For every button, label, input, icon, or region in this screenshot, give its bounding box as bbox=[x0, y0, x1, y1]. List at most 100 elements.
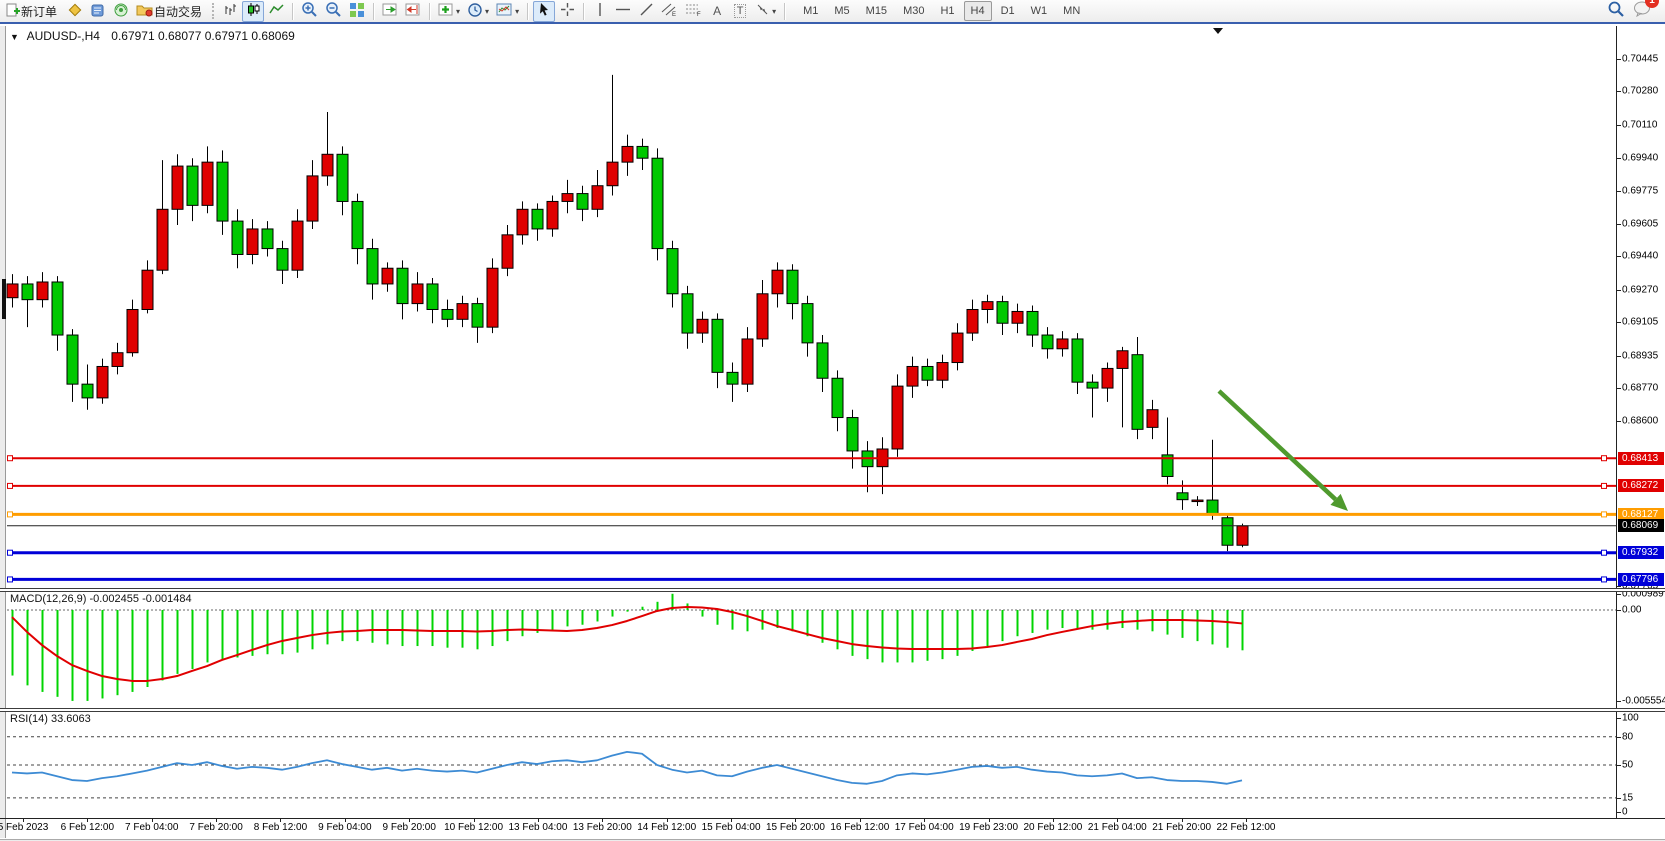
time-axis-border bbox=[0, 818, 1665, 819]
timeframe-button-D1[interactable]: D1 bbox=[994, 1, 1022, 21]
price-tick-label: 0.69105 bbox=[1622, 317, 1658, 328]
line-chart-button[interactable] bbox=[265, 1, 287, 22]
rsi-tick-mark bbox=[1616, 765, 1621, 766]
text-tool-button[interactable]: A bbox=[706, 1, 728, 22]
gold-chart-icon bbox=[67, 2, 83, 21]
candle-body bbox=[502, 235, 513, 268]
line-handle[interactable] bbox=[8, 483, 13, 488]
line-handle[interactable] bbox=[1602, 512, 1607, 517]
timeframe-button-H1[interactable]: H1 bbox=[933, 1, 961, 21]
auto-scroll-icon bbox=[382, 2, 398, 20]
auto-scroll-button[interactable] bbox=[379, 1, 401, 22]
bar-chart-button[interactable] bbox=[219, 1, 241, 22]
candle-body bbox=[577, 194, 588, 210]
line-handle[interactable] bbox=[1602, 483, 1607, 488]
candle-body bbox=[157, 209, 168, 270]
macd-pane-splitter[interactable] bbox=[0, 588, 1665, 592]
candle-body bbox=[892, 386, 903, 449]
channel-tool-button[interactable]: E bbox=[658, 1, 681, 22]
cursor-tool-button[interactable] bbox=[533, 1, 555, 22]
equidistant-channel-icon: E bbox=[661, 2, 678, 20]
candle-body bbox=[217, 162, 228, 221]
candle-body bbox=[442, 309, 453, 319]
indicators-button[interactable]: ▾ bbox=[435, 1, 463, 22]
fibonacci-tool-button[interactable]: F bbox=[682, 1, 705, 22]
time-axis-label: 15 Feb 04:00 bbox=[702, 822, 761, 833]
rsi-tick-label: 0 bbox=[1622, 807, 1628, 818]
price-tick-mark bbox=[1616, 388, 1621, 389]
line-handle[interactable] bbox=[8, 550, 13, 555]
chart-ohlc-values: 0.67971 0.68077 0.67971 0.68069 bbox=[111, 29, 295, 43]
text-icon: A bbox=[713, 4, 721, 18]
time-axis-label: 8 Feb 12:00 bbox=[254, 822, 307, 833]
clock-icon bbox=[467, 2, 483, 21]
chart-symbol-period: AUDUSD-,H4 bbox=[27, 29, 100, 43]
signals-button[interactable] bbox=[110, 1, 132, 22]
chart-canvas[interactable] bbox=[0, 0, 1665, 841]
annotation-arrow-shaft[interactable] bbox=[1219, 391, 1336, 499]
indicators-icon bbox=[438, 2, 454, 20]
vertical-line-tool-button[interactable] bbox=[589, 1, 611, 22]
time-axis-label: 7 Feb 20:00 bbox=[189, 822, 242, 833]
candle-body bbox=[1102, 368, 1113, 388]
periods-button[interactable]: ▾ bbox=[464, 1, 492, 22]
horizontal-line-tool-button[interactable] bbox=[612, 1, 634, 22]
text-label-tool-button[interactable]: T bbox=[729, 1, 751, 22]
dropdown-caret-icon: ▾ bbox=[772, 7, 776, 16]
templates-button[interactable]: ▾ bbox=[493, 1, 522, 22]
chart-shift-button[interactable] bbox=[402, 1, 424, 22]
arrows-tool-button[interactable]: ▾ bbox=[752, 1, 779, 22]
candle-body bbox=[142, 270, 153, 309]
candle-body bbox=[427, 284, 438, 310]
chart-shift-icon bbox=[405, 2, 421, 20]
toolbar-separator bbox=[373, 3, 374, 20]
candle-body bbox=[37, 282, 48, 300]
line-handle[interactable] bbox=[8, 577, 13, 582]
price-tick-label: 0.68935 bbox=[1622, 350, 1658, 361]
line-handle[interactable] bbox=[1602, 577, 1607, 582]
autotrade-button[interactable]: 自动交易 bbox=[133, 1, 208, 22]
toolbar-separator bbox=[429, 3, 430, 20]
time-axis-label: 6 Feb 12:00 bbox=[61, 822, 114, 833]
new-order-button[interactable]: 新订单 bbox=[3, 1, 63, 22]
notifications-button[interactable]: 1 bbox=[1633, 0, 1652, 22]
price-line-badge: 0.68413 bbox=[1618, 452, 1664, 465]
candle-body bbox=[817, 343, 828, 378]
timeframe-button-M1[interactable]: M1 bbox=[796, 1, 825, 21]
price-tick-mark bbox=[1616, 322, 1621, 323]
candle-body bbox=[172, 166, 183, 209]
candle-body bbox=[592, 186, 603, 210]
line-handle[interactable] bbox=[1602, 550, 1607, 555]
line-handle[interactable] bbox=[8, 512, 13, 517]
rsi-pane-splitter[interactable] bbox=[0, 708, 1665, 712]
candlestick-chart-button[interactable] bbox=[242, 1, 264, 22]
zoom-out-button[interactable] bbox=[322, 1, 345, 22]
crosshair-tool-button[interactable] bbox=[556, 1, 578, 22]
line-handle[interactable] bbox=[8, 456, 13, 461]
fibonacci-icon: F bbox=[685, 2, 702, 20]
profiles-button[interactable] bbox=[87, 1, 109, 22]
template-icon bbox=[496, 2, 513, 20]
chart-title-collapse-icon[interactable]: ▼ bbox=[10, 32, 19, 42]
time-axis-label: 16 Feb 12:00 bbox=[830, 822, 889, 833]
candle-body bbox=[682, 294, 693, 333]
trendline-tool-button[interactable] bbox=[635, 1, 657, 22]
market-watch-button[interactable] bbox=[64, 1, 86, 22]
candle-body bbox=[1207, 500, 1218, 514]
cursor-icon bbox=[537, 2, 551, 20]
timeframe-button-MN[interactable]: MN bbox=[1056, 1, 1087, 21]
zoom-in-button[interactable] bbox=[298, 1, 321, 22]
candle-body bbox=[187, 166, 198, 205]
timeframe-button-H4[interactable]: H4 bbox=[964, 1, 992, 21]
timeframe-button-M30[interactable]: M30 bbox=[896, 1, 931, 21]
timeframe-button-M15[interactable]: M15 bbox=[859, 1, 894, 21]
tile-windows-button[interactable] bbox=[346, 1, 368, 22]
timeframe-button-M5[interactable]: M5 bbox=[827, 1, 856, 21]
candle-body bbox=[1057, 339, 1068, 349]
search-icon[interactable] bbox=[1607, 0, 1625, 23]
candle-body bbox=[832, 378, 843, 417]
chart-shift-marker[interactable] bbox=[1213, 28, 1223, 34]
price-tick-mark bbox=[1616, 91, 1621, 92]
timeframe-button-W1[interactable]: W1 bbox=[1024, 1, 1055, 21]
line-handle[interactable] bbox=[1602, 456, 1607, 461]
